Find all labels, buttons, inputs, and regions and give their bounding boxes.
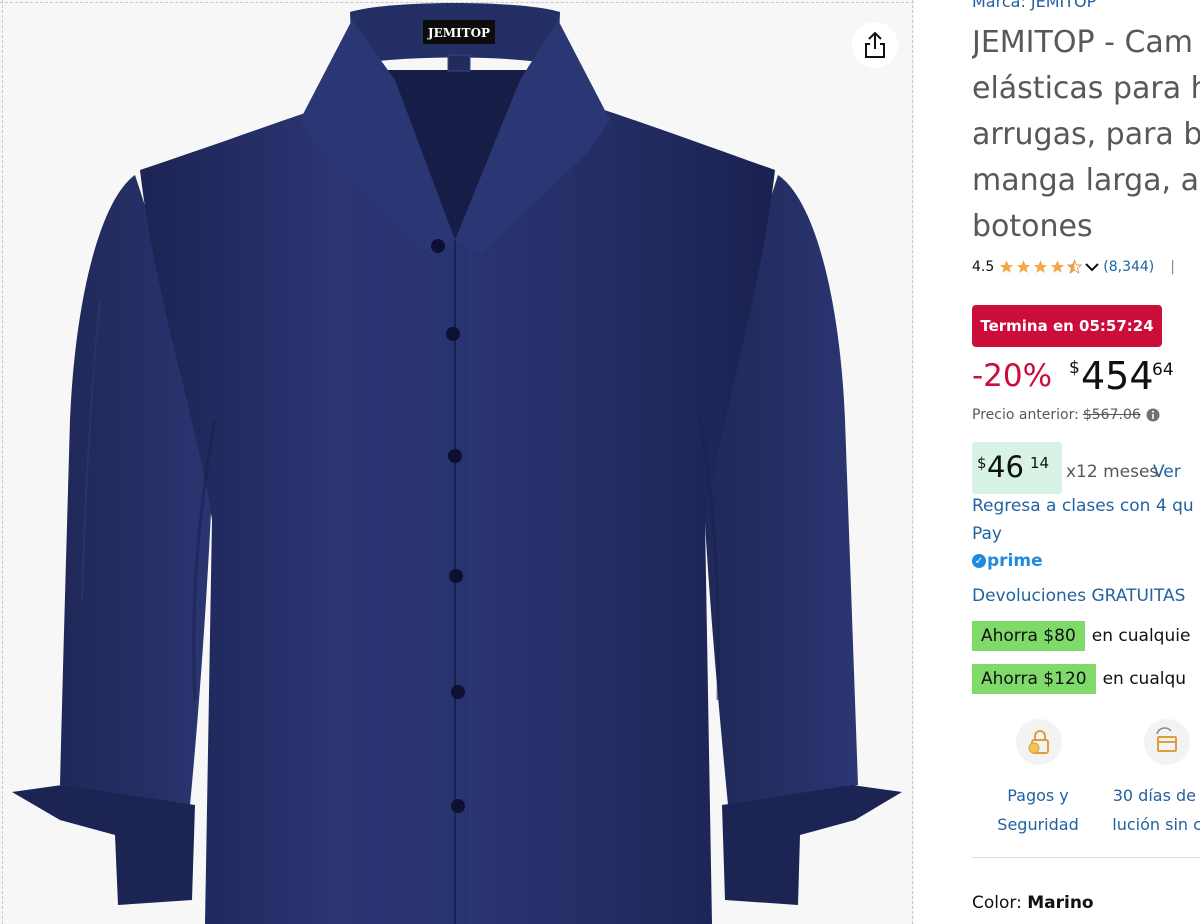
lock-coin-icon — [1028, 730, 1049, 754]
feature-label-line: Seguridad — [997, 815, 1079, 834]
installment-whole: 46 — [987, 450, 1024, 484]
info-icon[interactable] — [1146, 408, 1160, 422]
return-box-icon — [1156, 727, 1177, 752]
title-line: botones — [972, 209, 1093, 244]
product-image-panel[interactable]: JEMITOP — [0, 0, 914, 924]
promo-badge: Ahorra $80 — [972, 621, 1085, 651]
feature-item-returns[interactable] — [1144, 719, 1190, 765]
section-divider — [972, 857, 1200, 858]
feature-label-payments[interactable]: Pagos y Seguridad — [992, 781, 1084, 839]
prime-badge: ✓ prime — [972, 551, 1043, 571]
brand-link[interactable]: Marca: JEMITOP — [972, 0, 1096, 11]
rating-value: 4.5 — [972, 259, 995, 275]
price-currency: $ — [1069, 358, 1080, 378]
installment-currency: $ — [977, 454, 987, 472]
svg-text:JEMITOP: JEMITOP — [427, 26, 490, 40]
color-value: Marino — [1027, 893, 1094, 913]
star-icon — [1034, 260, 1048, 273]
promo-row[interactable]: Ahorra $80 en cualquie — [972, 621, 1190, 651]
chevron-down-icon[interactable] — [1085, 262, 1099, 272]
feature-label-returns[interactable]: 30 días de d lución sin co — [1102, 781, 1200, 839]
promo-badge: Ahorra $120 — [972, 664, 1096, 694]
prime-check-icon: ✓ — [972, 554, 986, 568]
previous-price-value: $567.06 — [1082, 407, 1141, 423]
feature-label-line: 30 días de d — [1112, 786, 1200, 805]
title-line: elásticas para h — [972, 71, 1200, 106]
color-selection: Color: Marino — [972, 893, 1094, 913]
title-line: manga larga, a — [972, 163, 1199, 198]
star-icon — [1000, 260, 1014, 273]
product-title: JEMITOP - Cam elásticas para h arrugas, … — [972, 20, 1200, 250]
star-icon — [1017, 260, 1031, 273]
discount-percent: -20% — [972, 358, 1053, 394]
share-icon — [865, 31, 885, 58]
deal-timer-badge: Termina en 05:57:24 — [972, 305, 1162, 347]
installment-price-box: $ 46 14 — [972, 442, 1062, 494]
star-icon — [1051, 260, 1065, 273]
feature-label-line: Pagos y — [1007, 786, 1069, 805]
product-image[interactable]: JEMITOP — [0, 0, 914, 924]
share-button[interactable] — [852, 22, 898, 68]
price-fraction: 64 — [1152, 360, 1174, 380]
star-half-icon — [1067, 259, 1083, 274]
title-line: JEMITOP - Cam — [972, 25, 1194, 60]
promo-text: en cualquie — [1091, 626, 1191, 646]
price-whole: 454 — [1081, 354, 1154, 398]
title-line: arrugas, para b — [972, 117, 1200, 152]
promo-row[interactable]: Ahorra $120 en cualqu — [972, 664, 1186, 694]
rating-row: 4.5 (8,344) | — [972, 257, 1175, 277]
product-details: Marca: JEMITOP JEMITOP - Cam elásticas p… — [972, 0, 1200, 924]
rating-separator: | — [1170, 259, 1175, 275]
reviews-link[interactable]: (8,344) — [1103, 259, 1154, 275]
prime-label: prime — [987, 551, 1043, 571]
installment-link[interactable]: Ver — [1153, 462, 1181, 482]
cashback-link[interactable]: Regresa a clases con 4 qu — [972, 496, 1194, 516]
promo-text: en cualqu — [1102, 669, 1187, 689]
cashback-link-line2[interactable]: Pay — [972, 524, 1002, 544]
previous-price-label: Precio anterior: — [972, 407, 1079, 423]
installment-months: x12 meses — [1066, 462, 1159, 482]
installment-fraction: 14 — [1030, 454, 1050, 472]
star-rating[interactable] — [998, 259, 1083, 275]
feature-item-payments[interactable] — [1016, 719, 1062, 765]
feature-label-line: lución sin co — [1112, 815, 1200, 834]
color-label: Color: — [972, 893, 1022, 913]
free-returns-link[interactable]: Devoluciones GRATUITAS — [972, 586, 1185, 606]
previous-price: Precio anterior: $567.06 — [972, 407, 1160, 423]
